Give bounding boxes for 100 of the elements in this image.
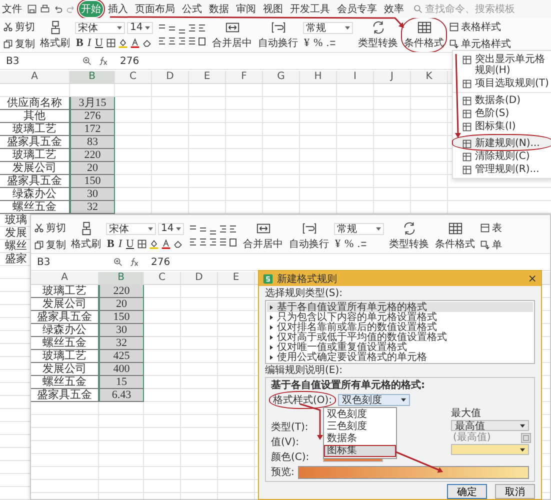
eraser-icon[interactable] [172, 238, 183, 248]
format-button[interactable]: I [86, 36, 92, 48]
print-icon[interactable] [40, 4, 50, 14]
list-item[interactable]: 仅对排名靠前或靠后的数值设置格式 [267, 322, 533, 332]
type-convert-button[interactable]: 类型转换 [357, 19, 399, 51]
font-name-select[interactable]: 宋体 [75, 22, 125, 34]
ribbon-tab[interactable]: 开发工具 [288, 1, 332, 17]
column-header[interactable]: B [70, 71, 115, 83]
border-icon[interactable] [106, 38, 116, 48]
align-buttons-icon[interactable] [157, 22, 207, 48]
eraser-icon[interactable] [142, 38, 152, 48]
save-icon[interactable] [27, 4, 37, 14]
border-icon[interactable] [136, 238, 147, 248]
list-item[interactable]: 仅对高于或低于平均值的数值设置格式 [267, 332, 533, 342]
column-header[interactable]: H [300, 71, 337, 83]
column-header[interactable]: C [144, 272, 181, 284]
type-convert-button[interactable]: 类型转换 [388, 220, 430, 252]
ribbon-tab[interactable]: 审阅 [234, 1, 258, 17]
fill-color-icon[interactable] [148, 238, 159, 248]
close-button[interactable]: × [528, 272, 537, 285]
cut-button[interactable]: 剪切 [3, 20, 35, 34]
ribbon-tab[interactable]: 数据 [207, 1, 231, 17]
menu-item[interactable]: 图标集(I) [453, 120, 551, 133]
fill-color-icon[interactable] [118, 38, 128, 48]
copy-button[interactable]: 复制 [34, 238, 66, 252]
column-header[interactable]: K [411, 71, 448, 83]
table-style-button[interactable]: 表格样式 [449, 20, 511, 34]
format-button[interactable]: B [75, 36, 84, 48]
search-field[interactable]: 查找命令、搜索模板 [425, 4, 519, 14]
format-button[interactable]: B [106, 238, 116, 250]
cell-reference-field[interactable]: B3 [6, 56, 76, 66]
dropdown-option[interactable]: 三色刻度 [324, 421, 396, 433]
column-header[interactable]: G [263, 71, 300, 83]
column-header[interactable]: C [115, 71, 152, 83]
column-header[interactable]: B [99, 272, 144, 284]
menu-item[interactable]: 新建规则(N)... [453, 135, 551, 150]
merge-center-button[interactable]: 合并居中 [242, 220, 284, 252]
list-item[interactable]: 仅对唯一值或重复值设置格式 [267, 342, 533, 352]
column-header[interactable]: E [189, 71, 226, 83]
format-button[interactable]: U [125, 238, 135, 250]
ribbon-tab[interactable]: 开始 [79, 1, 103, 17]
cell-style-button[interactable]: 单元格样式 [449, 36, 511, 50]
number-format-button[interactable]: % [344, 238, 355, 250]
ribbon-tab[interactable]: 公式 [180, 1, 204, 17]
font-size-select[interactable]: 14 [127, 22, 153, 34]
column-header[interactable]: D [152, 71, 189, 83]
format-painter-button[interactable]: 格式刷 [70, 220, 102, 252]
file-menu[interactable]: 文件 [2, 2, 22, 16]
list-item[interactable]: 基于各自值设置所有单元格的格式 [267, 302, 533, 312]
dropdown-option[interactable]: 数据条 [324, 433, 396, 445]
column-header[interactable]: F [226, 71, 263, 83]
list-item[interactable]: 只为包含以下内容的单元格设置格式 [267, 312, 533, 322]
number-format-select[interactable]: 常规 [303, 22, 353, 34]
ok-button[interactable]: 确定 [447, 484, 487, 499]
menu-item[interactable]: 清除规则(C) [453, 150, 551, 163]
undo-icon[interactable] [53, 4, 63, 14]
number-format-button[interactable]: ¥ [334, 238, 342, 250]
number-format-select[interactable]: 常规 [334, 222, 384, 234]
menu-item[interactable]: 项目选取规则(T) [453, 77, 551, 90]
zoom-icon[interactable] [82, 56, 92, 66]
font-color-icon[interactable] [130, 38, 140, 48]
conditional-format-button[interactable]: 条件格式 [403, 19, 445, 51]
format-button[interactable]: U [94, 36, 104, 48]
function-icon[interactable] [98, 56, 108, 66]
cancel-button[interactable]: 取消 [495, 484, 535, 499]
font-color-icon[interactable] [160, 238, 171, 248]
list-item[interactable]: 使用公式确定要设置格式的单元格 [267, 352, 533, 362]
ribbon-tab[interactable]: 页面布局 [133, 1, 177, 17]
wrap-text-button[interactable]: 自动换行 [257, 19, 299, 51]
dropdown-option[interactable]: 双色刻度 [324, 409, 396, 421]
number-format-button[interactable]: % [312, 36, 324, 48]
align-buttons-icon[interactable] [188, 223, 238, 249]
formula-field[interactable]: 276 [151, 256, 170, 268]
format-painter-button[interactable]: 格式刷 [39, 19, 71, 51]
format-style-select[interactable]: 双色刻度 [338, 394, 410, 406]
ribbon-tab[interactable]: 会员专享 [335, 1, 379, 17]
type-select[interactable]: 最高值 [451, 420, 529, 431]
menu-item[interactable]: 数据条(D) [453, 92, 551, 107]
column-header[interactable]: J [374, 71, 411, 83]
font-name-select[interactable]: 宋体 [106, 222, 156, 234]
copy-button[interactable]: 复制 [3, 36, 35, 50]
menu-item[interactable]: 管理规则(R)... [453, 163, 551, 176]
menu-item[interactable]: 色阶(S) [453, 107, 551, 120]
format-button[interactable]: I [117, 238, 124, 250]
function-icon[interactable] [129, 257, 139, 267]
ribbon-tab[interactable]: 效率 [382, 1, 406, 17]
color-select[interactable] [451, 444, 529, 455]
ribbon-tab[interactable]: 视图 [261, 1, 285, 17]
cell-style-button[interactable]: 单 [480, 238, 502, 252]
cell-reference-field[interactable]: B3 [37, 256, 107, 268]
column-header[interactable]: D [181, 272, 218, 284]
zoom-icon[interactable] [113, 257, 123, 267]
number-format-button[interactable]: ¥ [303, 36, 310, 48]
formula-field[interactable]: 276 [120, 56, 140, 66]
merge-center-button[interactable]: 合并居中 [211, 19, 253, 51]
column-header[interactable]: E [218, 272, 255, 284]
table-style-button[interactable]: 表 [480, 220, 502, 234]
font-size-select[interactable]: 14 [158, 222, 184, 234]
menu-item[interactable]: 突出显示单元格规则(H) [453, 53, 551, 77]
wrap-text-button[interactable]: 自动换行 [288, 220, 330, 252]
